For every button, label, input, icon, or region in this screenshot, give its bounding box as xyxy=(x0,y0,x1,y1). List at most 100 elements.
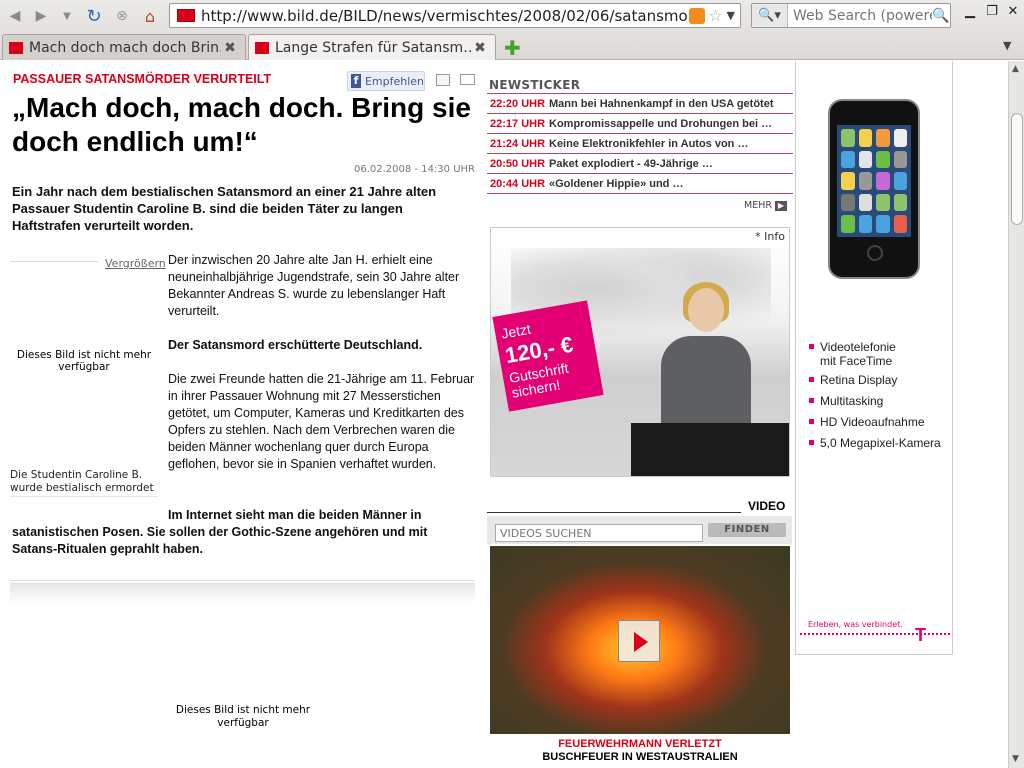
search-go-icon[interactable]: 🔍 xyxy=(932,8,950,24)
ticker-time: 22:17 UHR xyxy=(490,117,546,130)
more-link[interactable]: MEHR ▶ xyxy=(744,200,787,211)
ticker-headline[interactable]: Paket explodiert - 49-Jährige … xyxy=(549,158,713,170)
stop-icon[interactable]: ⊗ xyxy=(111,5,133,27)
search-input[interactable] xyxy=(788,7,932,24)
history-dropdown-icon[interactable]: ▼ xyxy=(56,5,78,27)
url-bar[interactable]: http://www.bild.de/BILD/news/vermischtes… xyxy=(169,3,741,28)
iphone-image xyxy=(828,99,920,279)
reload-icon[interactable]: ↻ xyxy=(83,5,105,27)
play-icon[interactable] xyxy=(618,620,660,662)
divider xyxy=(487,512,741,513)
scroll-down-icon[interactable]: ▼ xyxy=(1012,754,1019,764)
back-icon[interactable]: ◀ xyxy=(4,5,26,27)
more-label: MEHR xyxy=(744,200,772,211)
navigation-toolbar: ◀ ▶ ▼ ↻ ⊗ ⌂ http://www.bild.de/BILD/news… xyxy=(0,0,1024,32)
close-window-icon[interactable]: ✕ xyxy=(1004,4,1022,19)
ticker-headline[interactable]: Mann bei Hahnenkampf in den USA getötet xyxy=(549,98,774,110)
divider xyxy=(487,193,793,194)
article-lead: Ein Jahr nach dem bestialischen Satansmo… xyxy=(12,184,437,233)
video-section-title: VIDEO xyxy=(748,499,786,513)
divider xyxy=(10,496,158,497)
forward-icon[interactable]: ▶ xyxy=(30,5,52,27)
ticker-time: 20:50 UHR xyxy=(490,157,546,170)
mail-icon[interactable] xyxy=(460,74,475,85)
video-thumbnail[interactable] xyxy=(490,546,790,734)
ticker-item[interactable]: 20:50 UHR Paket explodiert - 49-Jährige … xyxy=(487,153,793,173)
article-image: Vergrößern Dieses Bild ist nicht mehr ve… xyxy=(10,257,166,497)
facebook-icon: f xyxy=(351,74,361,88)
search-engine-icon[interactable]: 🔍▾ xyxy=(752,4,788,27)
facebook-recommend-button[interactable]: f Empfehlen xyxy=(347,71,425,91)
ad-info-link[interactable]: * Info xyxy=(755,230,785,243)
feature-item: Videotelefonie mit FaceTime xyxy=(809,340,915,368)
bookmark-star-icon[interactable]: ☆ xyxy=(708,6,722,25)
feature-item: HD Videoaufnahme xyxy=(809,415,925,429)
site-favicon-icon xyxy=(177,9,195,22)
video-search-bar: FINDEN xyxy=(487,516,792,544)
feature-item: Retina Display xyxy=(809,373,897,387)
divider xyxy=(10,261,98,262)
tab-2[interactable]: Lange Strafen für Satansm… ✖ xyxy=(248,34,496,60)
ticker-item[interactable]: 21:24 UHR Keine Elektronikfehler in Auto… xyxy=(487,133,793,153)
image-caption: Die Studentin Caroline B. wurde bestiali… xyxy=(10,469,154,494)
home-icon[interactable]: ⌂ xyxy=(139,5,161,27)
browser-chrome: ◀ ▶ ▼ ↻ ⊗ ⌂ http://www.bild.de/BILD/news… xyxy=(0,0,1024,60)
ticker-item[interactable]: 22:20 UHR Mann bei Hahnenkampf in den US… xyxy=(487,93,793,113)
tab-list-icon[interactable]: ▼ xyxy=(1003,39,1011,52)
tab-label: Mach doch mach doch Brin… xyxy=(29,39,221,56)
facebook-label: Empfehlen xyxy=(364,74,424,88)
image-unavailable-text: Dieses Bild ist nicht mehr verfügbar xyxy=(175,704,311,729)
rss-icon[interactable] xyxy=(689,7,706,24)
article-divider xyxy=(10,580,475,604)
scroll-up-icon[interactable]: ▲ xyxy=(1012,64,1019,74)
video-search-input[interactable] xyxy=(495,524,703,542)
scrollbar-thumb[interactable] xyxy=(1011,113,1023,225)
desk-graphic xyxy=(631,423,789,476)
tab-close-icon[interactable]: ✖ xyxy=(221,40,239,56)
newsticker-title: NEWSTICKER xyxy=(489,78,581,92)
tab-1[interactable]: Mach doch mach doch Brin… ✖ xyxy=(2,34,246,60)
voucher-card: Jetzt 120,- € Gutschrift sichern! xyxy=(492,300,604,412)
search-bar[interactable]: 🔍▾ 🔍 xyxy=(751,3,951,28)
home-button-graphic xyxy=(867,245,883,261)
tab-favicon-icon xyxy=(9,41,23,54)
paragraph: Die zwei Freunde hatten die 21-Jährige a… xyxy=(168,372,475,471)
ticker-headline[interactable]: «Goldener Hippie» und … xyxy=(549,178,683,190)
vertical-scrollbar[interactable]: ▲ ▼ xyxy=(1008,61,1024,768)
new-tab-icon[interactable]: ✚ xyxy=(504,36,521,60)
ticker-headline[interactable]: Keine Elektronikfehler in Autos von … xyxy=(549,138,748,150)
ticker-item[interactable]: 22:17 UHR Kompromissappelle und Drohunge… xyxy=(487,113,793,133)
url-text[interactable]: http://www.bild.de/BILD/news/vermischtes… xyxy=(201,7,689,25)
video-find-button[interactable]: FINDEN xyxy=(708,523,786,537)
ticker-time: 20:44 UHR xyxy=(490,177,546,190)
image-unavailable-text: Dieses Bild ist nicht mehr verfügbar xyxy=(16,349,152,373)
enlarge-link[interactable]: Vergrößern xyxy=(105,257,166,270)
ticker-time: 21:24 UHR xyxy=(490,137,546,150)
tab-close-icon[interactable]: ✖ xyxy=(471,40,489,56)
article-headline: „Mach doch, mach doch. Bring sie doch en… xyxy=(12,92,471,157)
print-icon[interactable] xyxy=(436,74,450,86)
telekom-dots xyxy=(800,633,950,635)
feature-item: 5,0 Megapixel-Kamera xyxy=(809,436,941,450)
article-body: Der inzwischen 20 Jahre alte Jan H. erhi… xyxy=(168,252,478,490)
ticker-headline[interactable]: Kompromissappelle und Drohungen bei … xyxy=(549,118,772,130)
page-content: PASSAUER SATANSMÖRDER VERURTEILT f Empfe… xyxy=(0,61,1008,768)
feature-item: Multitasking xyxy=(809,394,883,408)
video-title[interactable]: BUSCHFEUER IN WESTAUSTRALIEN xyxy=(490,751,790,764)
maximize-icon[interactable]: ❐ xyxy=(983,4,1001,19)
presenter-head xyxy=(688,288,724,332)
video-kicker[interactable]: FEUERWEHRMANN VERLETZT xyxy=(490,738,790,750)
paragraph: Im Internet sieht man die beiden Männer … xyxy=(12,508,428,556)
paragraph: Der Satansmord erschütterte Deutschland. xyxy=(168,338,423,352)
telekom-ad[interactable]: * Info Jetzt 120,- € Gutschrift sichern! xyxy=(490,227,790,477)
ticker-item[interactable]: 20:44 UHR «Goldener Hippie» und … xyxy=(487,173,793,193)
arrow-right-icon: ▶ xyxy=(774,200,787,211)
tab-label: Lange Strafen für Satansm… xyxy=(275,39,471,56)
minimize-icon[interactable]: ▁ xyxy=(961,4,979,19)
url-dropdown-icon[interactable]: ▼ xyxy=(727,9,735,22)
tab-favicon-icon xyxy=(255,41,269,54)
tab-strip: Mach doch mach doch Brin… ✖ Lange Strafe… xyxy=(0,32,1024,60)
presenter-image xyxy=(656,282,756,428)
ad-tagline: Erleben, was verbindet. xyxy=(808,620,903,629)
presenter-suit xyxy=(661,336,751,428)
